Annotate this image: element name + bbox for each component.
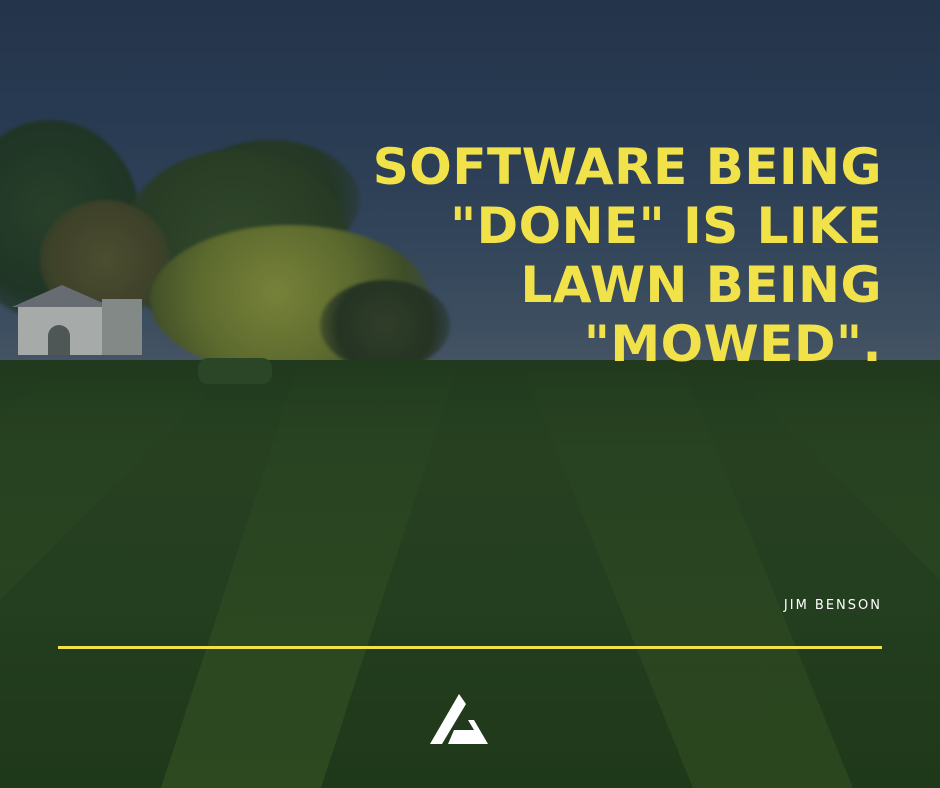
triangle-logo-icon bbox=[430, 692, 488, 746]
quote-author: JIM BENSON bbox=[783, 598, 882, 613]
dark-overlay bbox=[0, 0, 940, 788]
quote-line: LAWN BEING bbox=[520, 256, 882, 314]
background-photo bbox=[0, 0, 940, 788]
quote-line: "MOWED". bbox=[583, 315, 882, 373]
quote-text: SOFTWARE BEING "DONE" IS LIKE LAWN BEING… bbox=[322, 138, 882, 374]
quote-line: "DONE" IS LIKE bbox=[450, 197, 882, 255]
quote-line: SOFTWARE BEING bbox=[372, 138, 882, 196]
divider-line bbox=[58, 646, 882, 649]
